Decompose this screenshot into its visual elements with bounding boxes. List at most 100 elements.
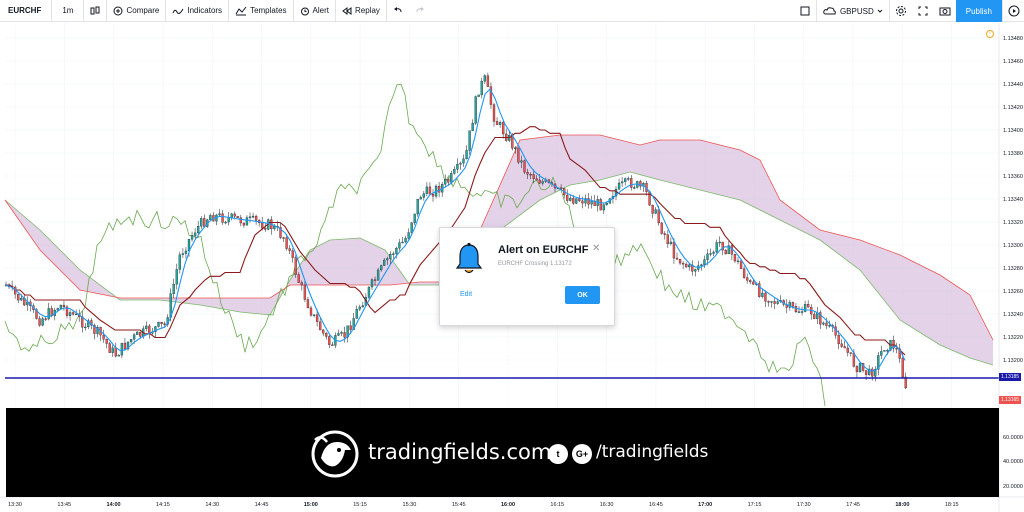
candle — [444, 174, 447, 188]
snapshot-button[interactable] — [934, 0, 956, 22]
candle — [883, 350, 886, 352]
time-tick-label: 14:15 — [156, 502, 170, 508]
candle — [340, 330, 343, 337]
candle — [257, 218, 261, 227]
candle — [624, 177, 627, 186]
candle — [312, 314, 316, 318]
candle — [242, 222, 246, 228]
time-tick-label: 17:45 — [846, 502, 860, 508]
price-tick-label: 1.13260 — [1003, 289, 1023, 295]
toolbar-right: GBPUSD Publish — [794, 0, 1024, 22]
candle — [492, 102, 496, 127]
candle — [718, 236, 721, 247]
candle — [184, 247, 188, 259]
ok-button[interactable]: OK — [565, 286, 600, 304]
last-price-tag: 1.13165 — [999, 396, 1022, 404]
candle — [715, 239, 718, 255]
candle — [254, 214, 258, 225]
alert-label: Alert — [312, 6, 329, 15]
svg-text:!: ! — [989, 32, 990, 38]
close-icon[interactable]: ✕ — [592, 243, 600, 254]
candle — [221, 210, 224, 225]
candle — [843, 340, 846, 349]
candle — [224, 220, 227, 225]
candle — [148, 323, 151, 339]
alert-marker-icon[interactable]: ! — [986, 30, 994, 39]
candle — [770, 301, 773, 308]
chart-style-button[interactable] — [84, 0, 108, 22]
candle — [874, 366, 877, 382]
candle — [474, 95, 477, 125]
candle — [145, 321, 148, 332]
candle — [114, 342, 117, 358]
candle — [880, 345, 883, 359]
candle — [157, 321, 160, 328]
candle — [892, 335, 895, 353]
fullscreen-button[interactable] — [912, 0, 934, 22]
price-tick-label: 1.13480 — [1003, 36, 1023, 42]
play-button[interactable] — [1002, 0, 1024, 22]
candle — [325, 331, 328, 340]
candle — [398, 238, 401, 251]
candle — [590, 195, 593, 209]
save-layout-button[interactable]: GBPUSD — [815, 0, 890, 22]
twitter-icon: t — [548, 444, 568, 464]
price-tick-label: 1.13280 — [1003, 266, 1023, 272]
time-tick-label: 16:45 — [649, 502, 663, 508]
candle — [630, 175, 633, 191]
alert-button[interactable]: Alert — [294, 0, 336, 22]
candle — [877, 351, 880, 376]
publish-button[interactable]: Publish — [955, 0, 1002, 22]
interval-button[interactable]: 1m — [52, 0, 85, 22]
templates-icon — [235, 6, 247, 15]
alert-title: Alert on EURCHF — [498, 244, 589, 256]
candle — [361, 302, 365, 308]
candle — [709, 248, 712, 257]
candle — [666, 229, 669, 249]
settings-button[interactable] — [890, 0, 912, 22]
candle — [614, 185, 618, 201]
undo-button[interactable] — [387, 0, 409, 22]
candle — [840, 339, 843, 348]
candle — [288, 245, 291, 254]
time-tick-label: 17:15 — [748, 502, 762, 508]
candle — [431, 189, 435, 202]
candle — [736, 257, 740, 265]
time-tick-label: 15:30 — [403, 502, 417, 508]
templates-button[interactable]: Templates — [229, 0, 294, 22]
redo-button[interactable] — [409, 0, 431, 22]
replay-label: Replay — [354, 6, 380, 15]
compare-button[interactable]: Compare — [107, 0, 167, 22]
time-tick-label: 16:30 — [600, 502, 614, 508]
candle — [126, 341, 130, 351]
time-tick-label: 16:00 — [501, 502, 515, 508]
candle — [773, 297, 776, 310]
candle — [587, 192, 590, 209]
symbol-search[interactable]: EURCHF — [0, 0, 53, 22]
fullscreen-select-button[interactable] — [794, 0, 816, 22]
candle — [129, 338, 133, 345]
candle — [413, 213, 416, 226]
candle — [358, 304, 361, 312]
price-tick-label: 1.13360 — [1003, 174, 1023, 180]
candle — [17, 293, 20, 304]
candle — [175, 263, 178, 290]
candle — [370, 278, 374, 291]
candle — [416, 199, 419, 217]
indicators-button[interactable]: Indicators — [166, 0, 230, 22]
replay-button[interactable]: Replay — [336, 0, 387, 22]
candle — [724, 249, 727, 255]
watermark-banner: tradingfields.com t G+ /tradingfields — [6, 408, 999, 497]
edit-link[interactable]: Edit — [460, 291, 472, 298]
chevron-down-icon — [877, 9, 883, 13]
candle — [218, 209, 221, 217]
candle — [627, 176, 630, 182]
candle — [343, 326, 346, 343]
time-axis[interactable]: 13:30 13:45 14:00 14:15 14:30 14:45 15:00 15:15… — [0, 496, 1024, 508]
rewind-icon — [342, 6, 352, 15]
candle — [209, 213, 212, 220]
oscillator-tick-label: 40.0000 — [1003, 459, 1023, 465]
price-axis[interactable]: 1.13480 1.13460 1.13440 1.13420 1.13400 1.133… — [998, 23, 1023, 512]
price-tick-label: 1.13460 — [1003, 59, 1023, 65]
candle — [767, 300, 770, 307]
